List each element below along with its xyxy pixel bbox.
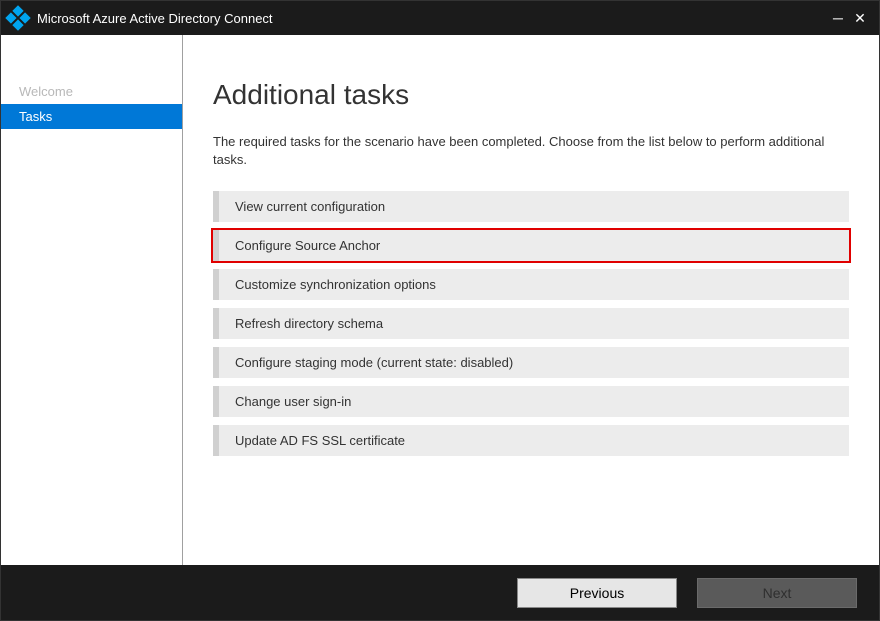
page-description: The required tasks for the scenario have… bbox=[213, 133, 849, 169]
task-update-adfs-ssl-certificate[interactable]: Update AD FS SSL certificate bbox=[213, 425, 849, 456]
body-area: Welcome Tasks Additional tasks The requi… bbox=[1, 35, 879, 565]
minimize-button[interactable]: ─ bbox=[827, 10, 849, 26]
main-content: Additional tasks The required tasks for … bbox=[183, 35, 879, 565]
task-view-current-configuration[interactable]: View current configuration bbox=[213, 191, 849, 222]
task-refresh-directory-schema[interactable]: Refresh directory schema bbox=[213, 308, 849, 339]
page-title: Additional tasks bbox=[213, 79, 849, 111]
previous-button[interactable]: Previous bbox=[517, 578, 677, 608]
azure-logo-icon bbox=[5, 5, 30, 30]
close-button[interactable]: ✕ bbox=[849, 10, 871, 27]
task-configure-staging-mode[interactable]: Configure staging mode (current state: d… bbox=[213, 347, 849, 378]
sidebar-item-tasks[interactable]: Tasks bbox=[1, 104, 182, 129]
task-list: View current configuration Configure Sou… bbox=[213, 191, 849, 456]
task-change-user-sign-in[interactable]: Change user sign-in bbox=[213, 386, 849, 417]
sidebar-item-welcome[interactable]: Welcome bbox=[1, 79, 182, 104]
footer-bar: Previous Next bbox=[1, 565, 879, 620]
sidebar: Welcome Tasks bbox=[1, 35, 183, 565]
next-button: Next bbox=[697, 578, 857, 608]
task-configure-source-anchor[interactable]: Configure Source Anchor bbox=[213, 230, 849, 261]
task-customize-synchronization-options[interactable]: Customize synchronization options bbox=[213, 269, 849, 300]
title-bar: Microsoft Azure Active Directory Connect… bbox=[1, 1, 879, 35]
window-title: Microsoft Azure Active Directory Connect bbox=[37, 11, 273, 26]
